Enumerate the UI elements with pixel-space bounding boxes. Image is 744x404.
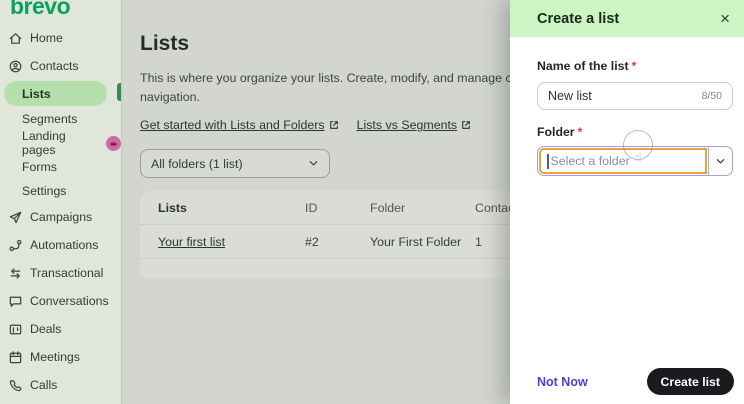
- repeat-icon: [8, 266, 23, 281]
- folder-field-label: Folder *: [537, 125, 733, 139]
- required-asterisk: *: [577, 125, 583, 139]
- list-name-link[interactable]: Your first list: [158, 235, 305, 249]
- sidebar-item-label: Home: [30, 31, 63, 45]
- deals-icon: [8, 322, 23, 337]
- sidebar-item-deals[interactable]: Deals: [0, 315, 121, 343]
- col-header-lists: Lists: [158, 200, 187, 215]
- link-lists-vs-segments[interactable]: Lists vs Segments: [357, 118, 472, 132]
- required-asterisk: *: [631, 59, 637, 73]
- close-icon[interactable]: ×: [720, 10, 730, 27]
- sidebar-item-label: Conversations: [30, 294, 109, 308]
- sidebar-item-automations[interactable]: Automations: [0, 231, 121, 259]
- sidebar-item-campaigns[interactable]: Campaigns: [0, 203, 121, 231]
- sidebar-item-lists[interactable]: Lists: [4, 81, 107, 106]
- list-name-field: 8/50: [537, 82, 733, 110]
- label-text: Folder: [537, 125, 575, 139]
- sidebar-item-label: Segments: [22, 112, 78, 126]
- drawer-title: Create a list: [537, 10, 620, 27]
- sidebar-item-label: Meetings: [30, 350, 80, 364]
- sidebar-item-settings[interactable]: Settings: [0, 179, 121, 203]
- create-list-button[interactable]: Create list: [646, 368, 734, 395]
- folder-select-value-area: Select a folder: [539, 148, 707, 174]
- sidebar-item-transactional[interactable]: Transactional: [0, 259, 121, 287]
- sidebar-item-contacts[interactable]: Contacts: [0, 52, 121, 80]
- send-icon: [8, 210, 23, 225]
- col-header-folder: Folder: [370, 200, 406, 215]
- sidebar-item-home[interactable]: Home: [0, 24, 121, 52]
- list-id: #2: [305, 234, 319, 249]
- drawer-header: Create a list ×: [510, 0, 744, 37]
- brevo-logo[interactable]: brevo: [10, 0, 71, 20]
- sidebar-item-label: Automations: [30, 238, 99, 252]
- sidebar-item-calls[interactable]: Calls: [0, 371, 121, 399]
- premium-crown-icon: [106, 135, 121, 151]
- link-get-started-lists-folders[interactable]: Get started with Lists and Folders: [140, 118, 339, 132]
- app-window: brevo Home Contacts Lists Segments Landi…: [0, 0, 744, 404]
- folder-filter-select[interactable]: All folders (1 list): [140, 149, 330, 179]
- not-now-button[interactable]: Not Now: [537, 375, 588, 389]
- sidebar-item-label: Contacts: [30, 59, 79, 73]
- name-field-label: Name of the list *: [537, 59, 636, 73]
- drawer-footer: Not Now Create list: [537, 368, 734, 395]
- external-link-icon: [329, 121, 338, 130]
- automation-icon: [8, 238, 23, 253]
- sidebar-item-label: Deals: [30, 322, 62, 336]
- chevron-down-icon: [309, 161, 318, 166]
- drawer-body: Name of the list* 8/50 Folder* Select a …: [510, 37, 744, 176]
- sidebar-item-segments[interactable]: Segments: [0, 107, 121, 131]
- sidebar-item-label: Landing pages: [22, 129, 66, 157]
- home-icon: [8, 31, 23, 46]
- sidebar-item-meetings[interactable]: Meetings: [0, 343, 121, 371]
- char-counter: 8/50: [701, 90, 722, 102]
- sidebar-item-label: Settings: [22, 184, 67, 198]
- chevron-down-icon: [716, 158, 725, 163]
- create-list-drawer: Create a list × Name of the list* 8/50 F…: [510, 0, 744, 404]
- sidebar-item-landing-pages[interactable]: Landing pages: [0, 129, 121, 157]
- folder-filter-value: All folders (1 list): [151, 156, 243, 171]
- sidebar-item-label: Forms: [22, 160, 57, 174]
- sidebar-item-label: Campaigns: [30, 210, 93, 224]
- calendar-icon: [8, 350, 23, 365]
- sidebar-item-forms[interactable]: Forms: [0, 155, 121, 179]
- folder-select-placeholder: Select a folder: [550, 154, 630, 168]
- link-label: Lists vs Segments: [356, 118, 458, 133]
- list-folder: Your First Folder: [370, 234, 462, 249]
- contacts-icon: [8, 59, 23, 74]
- link-label: Get started with Lists and Folders: [140, 118, 325, 133]
- sidebar-nav: Home Contacts Lists Segments Landing pag…: [0, 24, 121, 399]
- sidebar-item-label: Transactional: [30, 266, 104, 280]
- sidebar-item-label: Calls: [30, 378, 58, 392]
- list-name-input[interactable]: [548, 89, 678, 103]
- external-link-icon: [462, 121, 470, 130]
- col-header-id: ID: [305, 200, 318, 215]
- phone-icon: [8, 378, 23, 393]
- label-text: Name of the list: [537, 59, 629, 73]
- folder-select-chevron-zone: [708, 147, 732, 175]
- sidebar: brevo Home Contacts Lists Segments Landi…: [0, 0, 122, 404]
- chat-icon: [8, 294, 23, 309]
- sidebar-item-label: Lists: [22, 86, 51, 101]
- folder-select[interactable]: Select a folder ☝: [537, 130, 733, 176]
- sidebar-item-conversations[interactable]: Conversations: [0, 287, 121, 315]
- text-caret: [547, 153, 549, 169]
